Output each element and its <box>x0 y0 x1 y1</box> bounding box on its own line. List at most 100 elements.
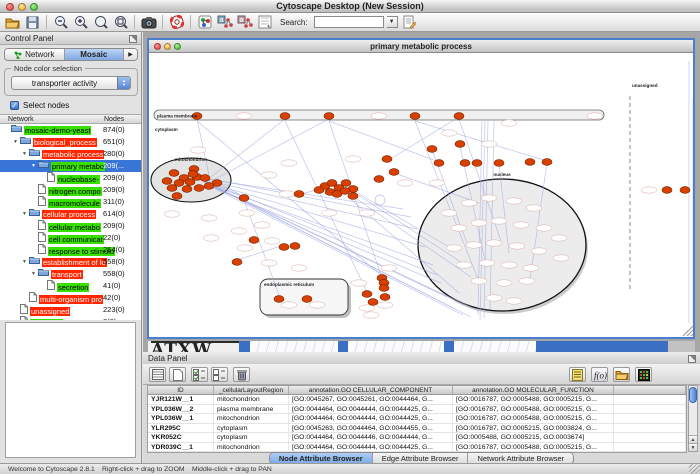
notes-icon[interactable] <box>401 14 418 30</box>
network-node[interactable] <box>662 187 672 194</box>
tree-row[interactable]: unassigned223(0) <box>0 304 141 316</box>
table-row[interactable]: YPL036W__1mitochondrion[GO:0044464, GO:0… <box>148 414 686 424</box>
float-data-panel-icon[interactable] <box>688 355 696 363</box>
network-node[interactable] <box>185 179 195 186</box>
network-node[interactable] <box>188 171 198 178</box>
tree-row[interactable]: ▼cellular process614(0) <box>0 208 141 220</box>
network-node[interactable] <box>172 193 182 200</box>
network-node[interactable] <box>232 259 242 266</box>
network-node[interactable] <box>314 187 324 194</box>
network-node[interactable] <box>379 285 389 292</box>
network-zoom-button[interactable] <box>174 43 181 50</box>
network-minimize-button[interactable] <box>164 43 171 50</box>
network-node[interactable] <box>427 146 437 153</box>
zoom-selected-icon[interactable] <box>92 14 109 30</box>
network-node[interactable] <box>455 141 465 148</box>
tab-mosaic[interactable]: Mosaic <box>65 49 125 60</box>
vizmapper-icon[interactable] <box>196 14 213 30</box>
function-builder-icon[interactable]: f(o) <box>591 367 608 382</box>
tree-row[interactable]: secretion41(0) <box>0 280 141 292</box>
network-node[interactable] <box>162 178 172 185</box>
table-row[interactable]: YDR039C__1mitochondrion[GO:0044464, GO:0… <box>148 443 686 453</box>
select-nodes-checkbox[interactable]: ✓ <box>10 101 19 110</box>
network-node[interactable] <box>167 185 177 192</box>
network-node[interactable] <box>290 243 300 250</box>
tree-row[interactable]: ▼establishment of lo558(0) <box>0 256 141 268</box>
table-row[interactable]: YLR295Ccytoplasm[GO:0045263, GO:0044464,… <box>148 424 686 434</box>
network-node[interactable] <box>182 186 192 193</box>
search-dropdown-icon[interactable]: ▼ <box>387 16 398 28</box>
network-node[interactable] <box>368 299 378 306</box>
network-node[interactable] <box>324 113 334 120</box>
help-icon[interactable] <box>168 14 185 30</box>
network-node[interactable] <box>204 183 214 190</box>
network-node[interactable] <box>680 187 690 194</box>
tree-row[interactable]: nitrogen compo209(0) <box>0 184 141 196</box>
expand-arrow-icon[interactable]: ▼ <box>31 268 38 280</box>
tree-row[interactable]: cell communicat22(0) <box>0 232 141 244</box>
layout-grid-icon[interactable] <box>256 14 273 30</box>
network-node[interactable] <box>280 113 290 120</box>
tree-row[interactable]: nucleobase-209(0) <box>0 172 141 184</box>
network-node[interactable] <box>340 188 350 195</box>
network-node[interactable] <box>194 185 204 192</box>
close-button[interactable] <box>6 3 14 11</box>
tab-network[interactable]: Network <box>5 49 65 60</box>
attribute-table-icon[interactable] <box>149 367 166 382</box>
attribute-list-icon[interactable] <box>569 367 586 382</box>
tree-row[interactable]: Overview8(0) <box>0 316 141 320</box>
tree-col-nodes[interactable]: Nodes <box>104 116 124 123</box>
network-node[interactable] <box>472 160 482 167</box>
tree-row[interactable]: ▼biological_process651(0) <box>0 136 141 148</box>
network-node[interactable] <box>302 296 312 303</box>
network-close-button[interactable] <box>154 43 161 50</box>
table-row[interactable]: YJR121W__1mitochondrion[GO:0045267, GO:0… <box>148 395 686 405</box>
tree-row[interactable]: cellular metabo209(0) <box>0 220 141 232</box>
column-header[interactable] <box>614 386 686 394</box>
expand-arrow-icon[interactable]: ▼ <box>22 256 29 268</box>
network-node[interactable] <box>200 175 210 182</box>
network-window[interactable]: primary metabolic process plasma membran… <box>147 38 695 339</box>
network-node[interactable] <box>380 294 390 301</box>
zoom-fit-icon[interactable] <box>112 14 129 30</box>
network-node[interactable] <box>494 160 504 167</box>
network-node[interactable] <box>374 176 384 183</box>
network-canvas[interactable]: plasma membranecytoplasmmitochondrionnuc… <box>149 53 693 337</box>
network-node[interactable] <box>542 159 552 166</box>
delete-attribute-icon[interactable] <box>233 367 250 382</box>
minimize-button[interactable] <box>18 3 26 11</box>
scroll-down-icon[interactable]: ▼ <box>689 443 697 451</box>
attribute-matrix-icon[interactable] <box>635 367 652 382</box>
network-node[interactable] <box>274 296 284 303</box>
tree-row[interactable]: mosaic-demo-yeast874(0) <box>0 124 141 136</box>
tree-col-network[interactable]: Network <box>8 116 34 123</box>
network-node[interactable] <box>389 169 399 176</box>
birds-eye-view[interactable] <box>5 322 136 458</box>
scroll-up-icon[interactable]: ▲ <box>689 435 697 443</box>
new-attribute-icon[interactable] <box>169 367 186 382</box>
zoom-button[interactable] <box>30 3 38 11</box>
tree-row[interactable]: multi-organism pro42(0) <box>0 292 141 304</box>
network-node[interactable] <box>169 170 179 177</box>
zoom-in-icon[interactable] <box>72 14 89 30</box>
snapshot-icon[interactable] <box>140 14 157 30</box>
expand-arrow-icon[interactable]: ▼ <box>22 208 29 220</box>
float-panel-icon[interactable] <box>129 35 137 43</box>
scrollbar-thumb[interactable] <box>689 387 697 403</box>
network-node[interactable] <box>249 237 259 244</box>
network-node[interactable] <box>362 291 372 298</box>
column-header[interactable]: ID <box>148 386 214 394</box>
network-node[interactable] <box>348 193 358 200</box>
tab-overflow-arrow[interactable]: ▶ <box>124 49 137 60</box>
unselect-attributes-icon[interactable] <box>211 367 228 382</box>
network-node[interactable] <box>294 191 304 198</box>
import-attributes-icon[interactable] <box>613 367 630 382</box>
expand-arrow-icon[interactable]: ▼ <box>22 148 29 160</box>
table-scrollbar[interactable]: ▲ ▼ <box>688 385 698 452</box>
zoom-out-icon[interactable] <box>52 14 69 30</box>
tree-row[interactable]: ▼transport558(0) <box>0 268 141 280</box>
node-color-dropdown[interactable]: transporter activity ▲▼ <box>11 76 131 90</box>
column-header[interactable]: annotation.GO MOLECULAR_FUNCTION <box>453 386 614 394</box>
table-row[interactable]: YKR052Ccytoplasm[GO:0044464, GO:0044446,… <box>148 433 686 443</box>
save-icon[interactable] <box>24 14 41 30</box>
